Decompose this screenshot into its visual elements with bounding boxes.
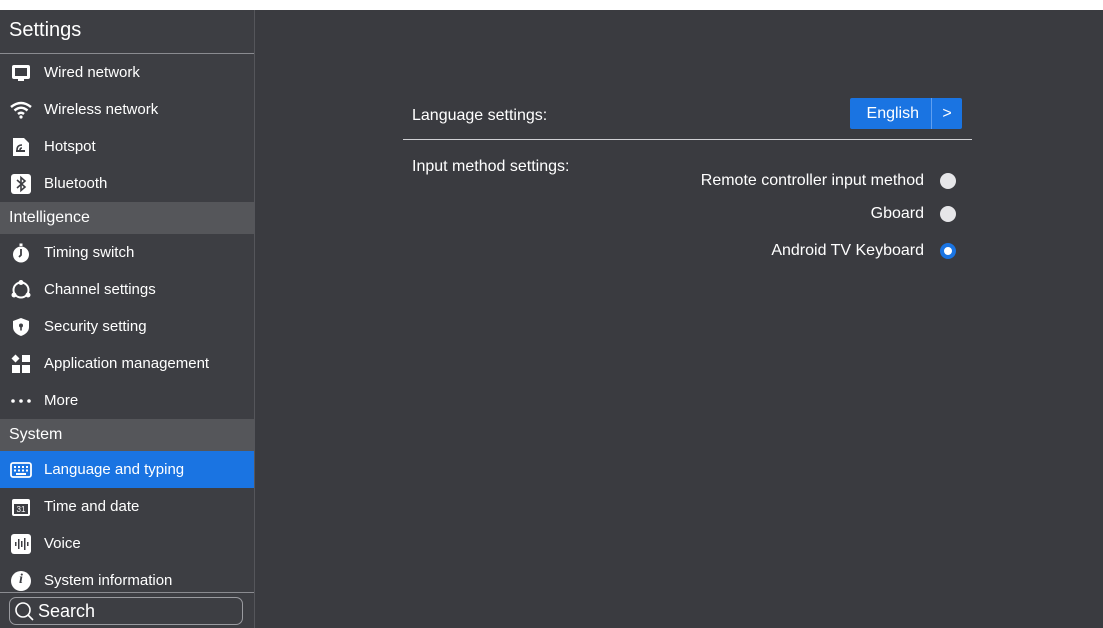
hotspot-icon [10,136,32,158]
input-method-label: Gboard [870,205,924,222]
sidebar-item-hotspot[interactable]: Hotspot [0,128,254,165]
bluetooth-icon [10,173,32,195]
input-method-option-remote[interactable]: Remote controller input method [701,171,956,191]
channel-icon [10,279,32,301]
radio-selected[interactable] [940,243,956,259]
sidebar-item-application-management[interactable]: Application management [0,345,254,382]
search-label: Search [38,600,96,621]
search-input[interactable]: Search [9,597,243,625]
input-method-option-android-tv-keyboard[interactable]: Android TV Keyboard [771,241,956,261]
info-icon: i [10,570,32,592]
sidebar-item-label: Time and date [44,498,140,515]
sidebar-item-label: More [44,392,79,409]
radio-unselected[interactable] [940,173,956,189]
sidebar-item-label: Voice [44,535,81,552]
calendar-day-badge: 31 [16,504,26,514]
sidebar-item-channel-settings[interactable]: Channel settings [0,271,254,308]
shield-icon [10,316,32,338]
language-settings-label: Language settings: [412,107,548,124]
timer-icon [10,242,32,264]
sidebar-item-label: Language and typing [44,461,185,478]
search-bar: Search [0,592,254,628]
search-icon [14,601,34,621]
sidebar-item-label: Application management [44,355,210,372]
radio-unselected[interactable] [940,206,956,222]
language-value: English [850,98,932,129]
sidebar: Settings Wired network Wireless network … [0,10,255,628]
sidebar-item-timing-switch[interactable]: Timing switch [0,234,254,271]
section-system: System [0,419,254,451]
main-panel: Language settings: English > Input metho… [255,10,1103,628]
input-method-label: Android TV Keyboard [771,242,924,259]
monitor-icon [10,62,32,84]
sidebar-title: Settings [0,10,254,54]
sidebar-item-label: System information [44,572,173,589]
apps-icon [10,353,32,375]
sidebar-item-time-and-date[interactable]: 31 Time and date [0,488,254,525]
sidebar-item-voice[interactable]: Voice [0,525,254,562]
input-method-settings-label: Input method settings: [412,158,570,175]
voice-icon [10,533,32,555]
sidebar-item-label: Wireless network [44,101,159,118]
info-glyph: i [19,571,23,587]
wifi-icon [10,99,32,121]
section-intelligence: Intelligence [0,202,254,234]
more-dots-icon [10,390,32,412]
sidebar-item-security-setting[interactable]: Security setting [0,308,254,345]
input-method-label: Remote controller input method [700,172,924,189]
language-settings-row: Language settings: English > [403,98,972,140]
settings-screen: Settings Wired network Wireless network … [0,10,1103,628]
input-method-option-gboard[interactable]: Gboard [871,204,956,224]
sidebar-item-label: Timing switch [44,244,135,261]
sidebar-item-bluetooth[interactable]: Bluetooth [0,165,254,202]
sidebar-item-label: Wired network [44,64,140,81]
chevron-right-icon: > [942,104,952,122]
sidebar-item-label: Security setting [44,318,147,335]
sidebar-item-language-and-typing[interactable]: Language and typing [0,451,254,488]
sidebar-item-wired-network[interactable]: Wired network [0,54,254,91]
keyboard-icon [10,459,32,481]
calendar-icon: 31 [10,496,32,518]
language-select-button[interactable]: English > [849,98,962,129]
sidebar-item-wireless-network[interactable]: Wireless network [0,91,254,128]
sidebar-item-label: Bluetooth [44,175,108,192]
sidebar-item-more[interactable]: More [0,382,254,419]
sidebar-item-label: Channel settings [44,281,156,298]
sidebar-item-label: Hotspot [44,138,96,155]
